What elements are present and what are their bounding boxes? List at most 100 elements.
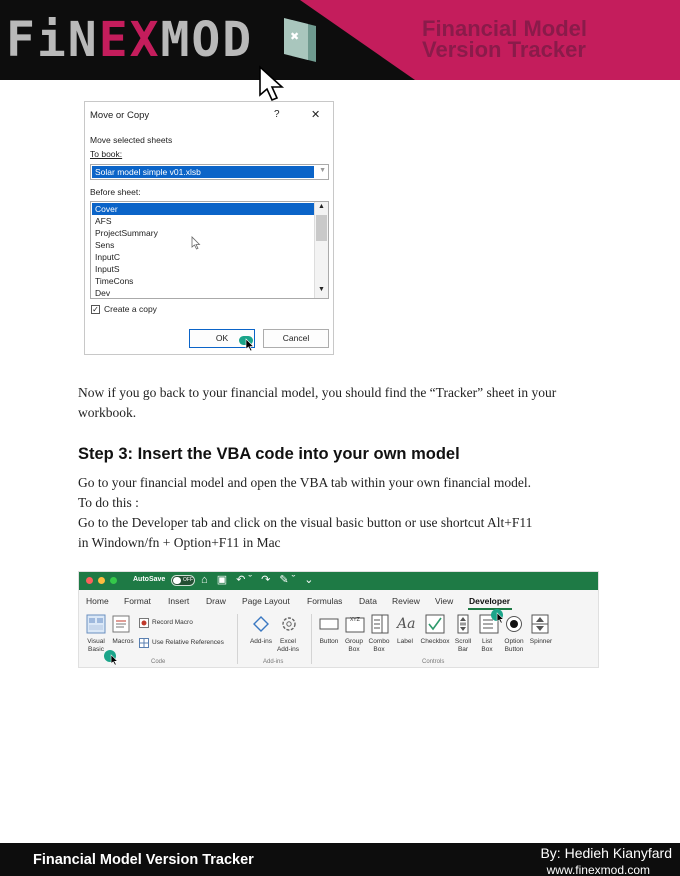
list-item[interactable]: TimeCons — [92, 275, 314, 287]
header-banner: FiNEXMOD ✖ Financial Model Version Track… — [0, 0, 680, 80]
macros-icon[interactable] — [112, 614, 132, 634]
button-control-label[interactable]: Button — [315, 638, 343, 646]
header-title-line1: Financial Model — [422, 16, 588, 41]
chevron-down-icon[interactable]: ▼ — [318, 286, 325, 293]
autosave-toggle[interactable]: OFF — [171, 575, 195, 586]
list-scrollbar[interactable]: ▲ ▼ — [314, 202, 328, 298]
logo-text-ex: EX — [98, 12, 161, 68]
excel-add-ins-icon[interactable] — [279, 614, 299, 634]
button-control-icon[interactable] — [319, 617, 339, 631]
label-control-label[interactable]: Label — [393, 638, 417, 646]
svg-text:✖: ✖ — [290, 30, 299, 43]
close-window-icon[interactable] — [86, 577, 93, 584]
step3-heading: Step 3: Insert the VBA code into your ow… — [78, 445, 460, 463]
checkbox-control-icon[interactable] — [425, 614, 445, 634]
tab-insert[interactable]: Insert — [168, 596, 189, 606]
combo-box-label[interactable]: Combo Box — [367, 638, 391, 654]
code-group-label: Code — [151, 659, 166, 665]
logo-text-mod: MOD — [160, 12, 254, 68]
minimize-window-icon[interactable] — [98, 577, 105, 584]
tab-review[interactable]: Review — [392, 596, 420, 606]
logo-text-fin: FiN — [6, 12, 99, 68]
add-ins-group-label: Add-ins — [263, 659, 284, 665]
header-title: Financial Model Version Tracker — [422, 16, 588, 62]
help-button[interactable]: ? — [274, 109, 280, 120]
group-separator — [237, 614, 238, 664]
mouse-cursor-icon — [496, 612, 505, 624]
dialog-titlebar: Move or Copy ? ✕ — [85, 102, 333, 128]
chevron-up-icon[interactable]: ▲ — [318, 203, 325, 210]
use-relative-references-button[interactable]: Use Relative References — [152, 639, 224, 647]
mouse-cursor-icon — [110, 654, 119, 666]
to-book-select[interactable]: Solar model simple v01.xlsb ▼ — [90, 164, 329, 180]
record-macro-button[interactable]: Record Macro — [152, 619, 193, 627]
tab-format[interactable]: Format — [124, 596, 151, 606]
list-item[interactable]: ProjectSummary — [92, 227, 314, 239]
scrollbar-thumb[interactable] — [316, 215, 327, 241]
combo-box-icon[interactable] — [371, 614, 389, 634]
record-macro-icon[interactable] — [139, 618, 149, 628]
autosave-label: AutoSave — [133, 576, 166, 583]
scroll-bar-label[interactable]: Scroll Bar — [452, 638, 474, 654]
tab-home[interactable]: Home — [86, 596, 109, 606]
group-box-label[interactable]: Group Box — [342, 638, 366, 654]
footer-title: Financial Model Version Tracker — [33, 852, 254, 868]
add-ins-icon[interactable] — [251, 614, 271, 634]
group-separator — [311, 614, 312, 664]
footer-author: By: Hedieh Kianyfard — [540, 845, 672, 861]
close-icon[interactable]: ✕ — [311, 108, 320, 121]
list-item[interactable]: Sens — [92, 239, 314, 251]
visual-basic-icon[interactable] — [86, 614, 106, 634]
option-button-icon[interactable] — [505, 615, 523, 633]
controls-group-label: Controls — [422, 659, 445, 665]
to-book-value: Solar model simple v01.xlsb — [92, 166, 314, 178]
before-sheet-list[interactable]: Cover AFS ProjectSummary Sens InputC Inp… — [90, 201, 329, 299]
header-title-line2: Version Tracker — [422, 37, 586, 62]
scroll-bar-icon[interactable] — [457, 614, 469, 634]
quick-access-toolbar-icons[interactable]: ⌂ ▣ ↶ˇ ↷ ✎ˇ ⌄ — [201, 573, 317, 586]
logo-cube-icon: ✖ — [284, 18, 316, 62]
list-item[interactable]: Cover — [92, 203, 314, 215]
group-box-icon[interactable]: XYZ — [345, 614, 365, 634]
list-item[interactable]: AFS — [92, 215, 314, 227]
active-tab-underline — [468, 608, 512, 610]
dialog-title: Move or Copy — [90, 110, 150, 121]
excel-titlebar: AutoSave OFF ⌂ ▣ ↶ˇ ↷ ✎ˇ ⌄ — [79, 572, 598, 590]
list-item[interactable]: Dev — [92, 287, 314, 298]
to-book-label: To book: — [90, 149, 123, 159]
spinner-label[interactable]: Spinner — [528, 638, 554, 646]
tab-formulas[interactable]: Formulas — [307, 596, 342, 606]
finexmod-logo: FiNEXMOD — [6, 14, 253, 66]
footer-url[interactable]: www.finexmod.com — [547, 863, 650, 876]
macros-button[interactable]: Macros — [109, 638, 137, 646]
create-copy-checkbox[interactable]: ✓ — [91, 305, 100, 314]
instructions-line: To do this : — [78, 495, 139, 510]
mouse-cursor-icon — [245, 338, 255, 352]
group-box-icon-text: XYZ — [350, 617, 360, 623]
mouse-cursor-icon — [259, 65, 285, 102]
label-control-icon[interactable]: Aa — [397, 616, 415, 632]
checkbox-control-label[interactable]: Checkbox — [418, 638, 452, 646]
tab-data[interactable]: Data — [359, 596, 377, 606]
relative-references-icon[interactable] — [139, 638, 149, 648]
add-ins-button[interactable]: Add-ins — [245, 638, 277, 646]
mouse-cursor-icon — [191, 236, 201, 250]
excel-add-ins-button[interactable]: Excel Add-ins — [276, 638, 300, 654]
list-item[interactable]: InputC — [92, 251, 314, 263]
tab-developer[interactable]: Developer — [469, 596, 510, 606]
move-selected-label: Move selected sheets — [90, 135, 173, 145]
move-or-copy-dialog: Move or Copy ? ✕ Move selected sheets To… — [84, 101, 334, 355]
spinner-icon[interactable] — [531, 614, 549, 634]
tab-page-layout[interactable]: Page Layout — [242, 596, 290, 606]
maximize-window-icon[interactable] — [110, 577, 117, 584]
tab-draw[interactable]: Draw — [206, 596, 226, 606]
cancel-button[interactable]: Cancel — [263, 329, 329, 348]
footer-bar: Financial Model Version Tracker By: Hedi… — [0, 843, 680, 876]
list-item[interactable]: InputS — [92, 263, 314, 275]
list-box-label[interactable]: List Box — [477, 638, 497, 654]
instructions-line: Go to your financial model and open the … — [78, 475, 532, 490]
option-button-label[interactable]: Option Button — [499, 638, 529, 654]
chevron-down-icon[interactable]: ▼ — [319, 167, 326, 174]
instructions-paragraph: Go to your financial model and open the … — [78, 473, 598, 553]
tab-view[interactable]: View — [435, 596, 453, 606]
